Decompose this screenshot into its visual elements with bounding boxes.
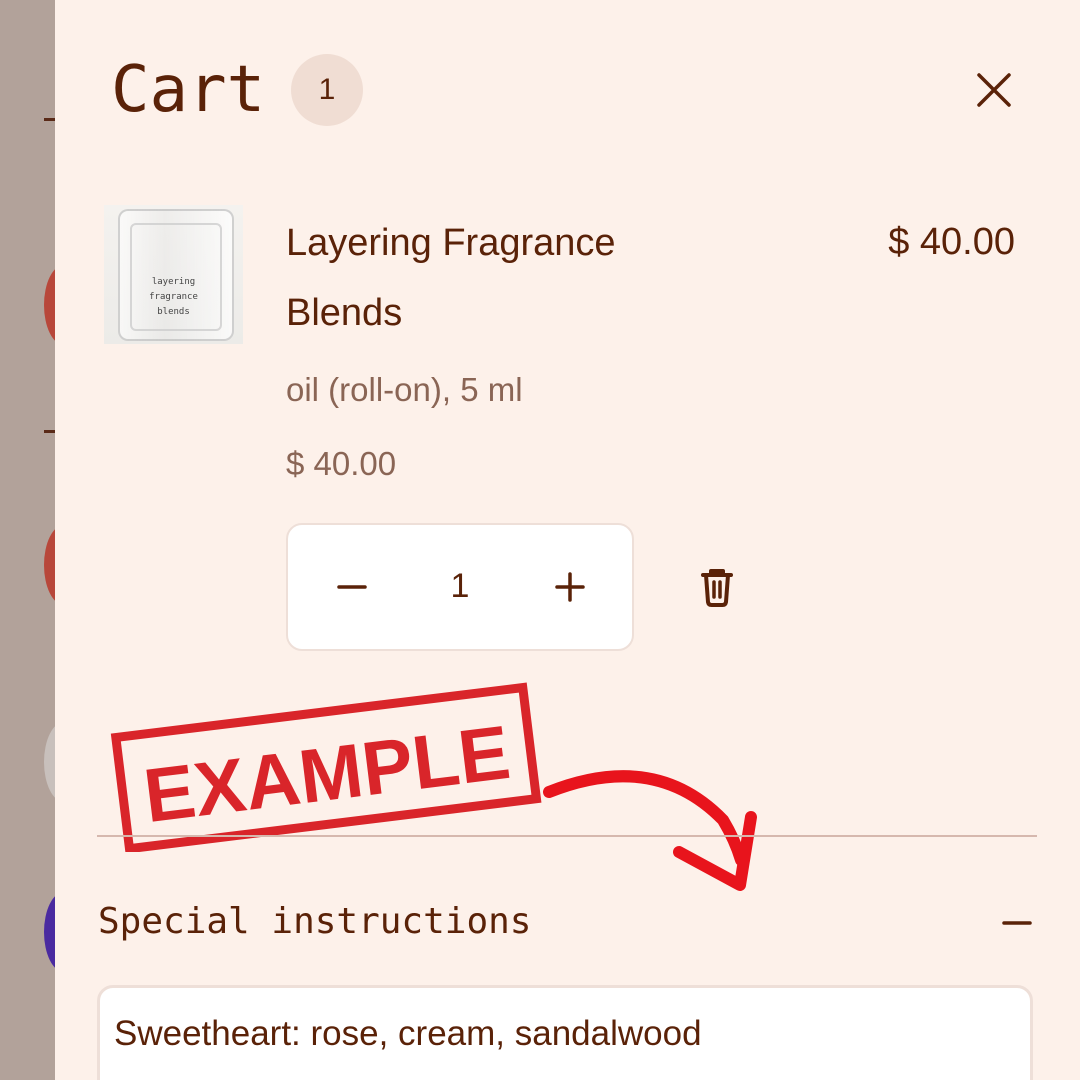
background-page (0, 0, 56, 1080)
quantity-input[interactable]: 1 (428, 561, 492, 611)
minus-icon (337, 585, 367, 589)
line-total-price: $ 40.00 (888, 221, 1015, 263)
example-stamp: EXAMPLE (110, 682, 542, 852)
product-image[interactable]: layering fragrance blends (104, 205, 243, 344)
unit-price: $ 40.00 (286, 445, 397, 482)
minus-icon (1002, 921, 1032, 925)
decrease-quantity-button[interactable] (328, 563, 376, 611)
special-instructions-textarea[interactable]: Sweetheart: rose, cream, sandalwood (97, 985, 1033, 1080)
collapse-toggle[interactable] (1000, 906, 1034, 940)
product-name-link[interactable]: Layering Fragrance Blends (286, 208, 706, 348)
plus-icon (555, 572, 585, 602)
trash-icon (701, 569, 733, 607)
close-icon[interactable] (970, 66, 1018, 114)
increase-quantity-button[interactable] (546, 563, 594, 611)
cart-title: Cart (111, 53, 266, 127)
remove-item-button[interactable] (692, 562, 742, 612)
special-instructions-text: Sweetheart: rose, cream, sandalwood (114, 1014, 702, 1053)
product-image-label: layering fragrance blends (149, 277, 198, 317)
cart-count-badge: 1 (291, 54, 363, 126)
section-divider (97, 835, 1037, 837)
special-instructions-label[interactable]: Special instructions (98, 896, 531, 948)
quantity-stepper: 1 (286, 523, 634, 651)
cart-drawer: Cart 1 layering fragrance blends Layerin… (55, 0, 1080, 1080)
product-variant: oil (roll-on), 5 ml (286, 371, 523, 408)
